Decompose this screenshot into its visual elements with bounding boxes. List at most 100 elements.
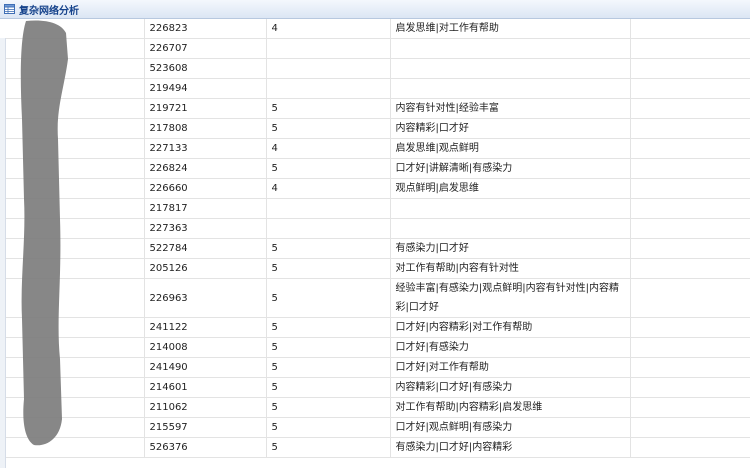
id-cell: 215597 <box>144 417 267 438</box>
name-cell <box>0 337 145 358</box>
id-cell: 227133 <box>144 138 267 159</box>
score-cell <box>266 58 391 79</box>
score-cell: 5 <box>266 317 391 338</box>
table-row[interactable]: 219494 <box>0 78 750 99</box>
id-cell: 526376 <box>144 437 267 458</box>
name-cell <box>0 397 145 418</box>
name-cell <box>0 238 145 259</box>
comment-cell: 内容有针对性|经验丰富 <box>390 98 631 119</box>
table-row[interactable]: 522784 5 有感染力|口才好 <box>0 238 750 259</box>
table-row[interactable]: 215597 5 口才好|观点鲜明|有感染力 <box>0 417 750 438</box>
grid-left-edge <box>0 38 6 468</box>
name-cell <box>0 317 145 338</box>
table-row[interactable]: 523608 <box>0 58 750 79</box>
table-row[interactable]: 214008 5 口才好|有感染力 <box>0 337 750 358</box>
id-cell: 226660 <box>144 178 267 199</box>
score-cell: 5 <box>266 357 391 378</box>
score-cell: 5 <box>266 258 391 279</box>
table-row[interactable]: 226707 <box>0 38 750 59</box>
table-row[interactable]: 217817 <box>0 198 750 219</box>
comment-cell <box>390 218 631 239</box>
comment-cell <box>390 78 631 99</box>
extra-cell <box>630 38 750 59</box>
extra-cell <box>630 138 750 159</box>
comment-cell: 有感染力|口才好|内容精彩 <box>390 437 631 458</box>
table-row[interactable]: 241490 5 口才好|对工作有帮助 <box>0 357 750 378</box>
extra-cell <box>630 417 750 438</box>
panel-title: 复杂网络分析 <box>19 5 79 17</box>
name-cell <box>0 138 145 159</box>
name-cell <box>0 357 145 378</box>
table-row[interactable]: 526376 5 有感染力|口才好|内容精彩 <box>0 437 750 458</box>
id-cell: 226707 <box>144 38 267 59</box>
comment-cell: 内容精彩|口才好 <box>390 118 631 139</box>
table-row[interactable]: 211062 5 对工作有帮助|内容精彩|启发思维 <box>0 397 750 418</box>
table-row[interactable]: 241122 5 口才好|内容精彩|对工作有帮助 <box>0 317 750 338</box>
extra-cell <box>630 58 750 79</box>
name-cell <box>0 258 145 279</box>
score-cell: 5 <box>266 417 391 438</box>
id-cell: 226824 <box>144 158 267 179</box>
id-cell: 217817 <box>144 198 267 219</box>
id-cell: 227363 <box>144 218 267 239</box>
score-cell: 5 <box>266 397 391 418</box>
table-row[interactable]: 227363 <box>0 218 750 239</box>
table-row[interactable]: 217808 5 内容精彩|口才好 <box>0 118 750 139</box>
id-cell: 241490 <box>144 357 267 378</box>
extra-cell <box>630 278 750 318</box>
extra-cell <box>630 437 750 458</box>
extra-cell <box>630 317 750 338</box>
comment-cell: 口才好|对工作有帮助 <box>390 357 631 378</box>
table-row[interactable]: 214601 5 内容精彩|口才好|有感染力 <box>0 377 750 398</box>
extra-cell <box>630 357 750 378</box>
name-cell <box>0 178 145 199</box>
extra-cell <box>630 158 750 179</box>
table-row[interactable]: 205126 5 对工作有帮助|内容有针对性 <box>0 258 750 279</box>
score-cell: 5 <box>266 238 391 259</box>
score-cell: 5 <box>266 437 391 458</box>
id-cell: 523608 <box>144 58 267 79</box>
id-cell: 226823 <box>144 19 267 39</box>
comment-cell: 口才好|观点鲜明|有感染力 <box>390 417 631 438</box>
comment-cell: 口才好|内容精彩|对工作有帮助 <box>390 317 631 338</box>
table-row[interactable]: 227133 4 启发思维|观点鲜明 <box>0 138 750 159</box>
data-grid: 226823 4 启发思维|对工作有帮助 226707 523608 219494 2197… <box>0 19 750 458</box>
table-row[interactable]: 226824 5 口才好|讲解清晰|有感染力 <box>0 158 750 179</box>
table-row[interactable]: 226660 4 观点鲜明|启发思维 <box>0 178 750 199</box>
id-cell: 219494 <box>144 78 267 99</box>
name-cell <box>0 98 145 119</box>
comment-cell: 启发思维|对工作有帮助 <box>390 19 631 39</box>
table-row[interactable]: 226823 4 启发思维|对工作有帮助 <box>0 19 750 39</box>
table-row[interactable]: 226963 5 经验丰富|有感染力|观点鲜明|内容有针对性|内容精彩|口才好 <box>0 278 750 318</box>
comment-cell: 口才好|有感染力 <box>390 337 631 358</box>
extra-cell <box>630 178 750 199</box>
score-cell: 5 <box>266 278 391 318</box>
comment-cell: 启发思维|观点鲜明 <box>390 138 631 159</box>
id-cell: 217808 <box>144 118 267 139</box>
extra-cell <box>630 377 750 398</box>
extra-cell <box>630 337 750 358</box>
extra-cell <box>630 258 750 279</box>
comment-cell: 经验丰富|有感染力|观点鲜明|内容有针对性|内容精彩|口才好 <box>390 278 631 318</box>
id-cell: 241122 <box>144 317 267 338</box>
table-grid-icon <box>4 4 15 14</box>
score-cell <box>266 38 391 59</box>
grid-body: 226823 4 启发思维|对工作有帮助 226707 523608 219494 2197… <box>0 19 750 458</box>
data-grid-container: 226823 4 启发思维|对工作有帮助 226707 523608 219494 2197… <box>0 19 750 468</box>
comment-cell: 对工作有帮助|内容有针对性 <box>390 258 631 279</box>
score-cell <box>266 78 391 99</box>
name-cell <box>0 19 145 39</box>
id-cell: 205126 <box>144 258 267 279</box>
id-cell: 522784 <box>144 238 267 259</box>
comment-cell: 口才好|讲解清晰|有感染力 <box>390 158 631 179</box>
score-cell: 4 <box>266 19 391 39</box>
name-cell <box>0 218 145 239</box>
name-cell <box>0 118 145 139</box>
score-cell: 5 <box>266 158 391 179</box>
score-cell <box>266 218 391 239</box>
table-row[interactable]: 219721 5 内容有针对性|经验丰富 <box>0 98 750 119</box>
comment-cell <box>390 198 631 219</box>
comment-cell: 观点鲜明|启发思维 <box>390 178 631 199</box>
panel-titlebar: 复杂网络分析 <box>0 0 750 19</box>
id-cell: 214601 <box>144 377 267 398</box>
